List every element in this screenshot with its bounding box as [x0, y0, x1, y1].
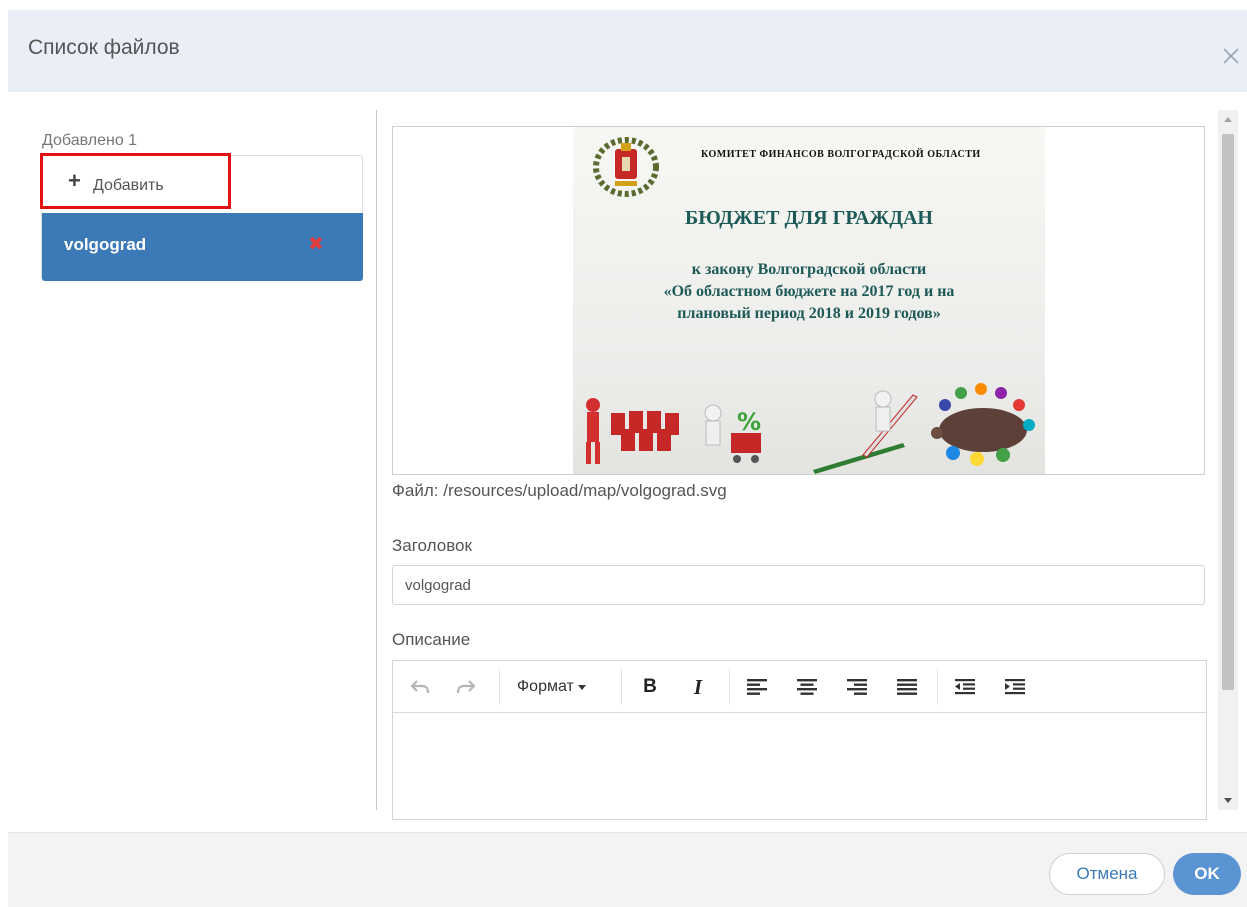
added-count-label: Добавлено 1 — [42, 132, 138, 149]
close-icon[interactable] — [1221, 46, 1241, 66]
cancel-button[interactable]: Отмена — [1049, 853, 1165, 895]
title-label: Заголовок — [392, 536, 472, 555]
toolbar-separator — [729, 669, 730, 705]
description-editor: Формат B I — [392, 660, 1207, 820]
redo-icon[interactable] — [455, 675, 477, 699]
slide-headline: БЮДЖЕТ ДЛЯ ГРАЖДАН — [685, 207, 933, 229]
toolbar-separator — [937, 669, 938, 705]
slide-subtitle-line: плановый период 2018 и 2019 годов» — [677, 305, 941, 322]
dialog-header: Список файлов — [8, 10, 1247, 92]
slide-subtitle: к закону Волгоградской области «Об облас… — [573, 259, 1045, 325]
coat-of-arms-icon — [593, 137, 659, 197]
plus-icon: + — [68, 168, 81, 193]
scroll-up-icon[interactable] — [1218, 110, 1238, 130]
file-list-item[interactable]: volgograd ✖ — [42, 213, 363, 281]
add-file-label: Добавить — [93, 177, 164, 194]
align-right-icon[interactable] — [845, 675, 869, 699]
italic-button[interactable]: I — [689, 675, 707, 699]
toolbar-separator — [621, 669, 622, 705]
description-label: Описание — [392, 630, 471, 649]
add-file-button[interactable]: + Добавить — [40, 153, 231, 209]
dialog-title: Список файлов — [28, 36, 180, 59]
toolbar-separator — [499, 669, 500, 705]
slide-org: КОМИТЕТ ФИНАНСОВ ВОЛГОГРАДСКОЙ ОБЛАСТИ — [701, 149, 981, 160]
slide-subtitle-line: к закону Волгоградской области — [691, 261, 927, 278]
bold-button[interactable]: B — [641, 675, 659, 699]
format-dropdown-label: Формат — [517, 678, 574, 695]
align-center-icon[interactable] — [795, 675, 819, 699]
outdent-icon[interactable] — [953, 675, 977, 699]
file-list-dialog: Список файлов Добавлено 1 + Добавить vol… — [0, 0, 1247, 907]
slide-subtitle-line: «Об областном бюджете на 2017 год и на — [663, 283, 955, 300]
file-path-text: Файл: /resources/upload/map/volgograd.sv… — [392, 481, 727, 500]
file-item-name: volgograd — [64, 235, 147, 254]
vertical-scrollbar[interactable] — [1218, 110, 1238, 810]
format-dropdown[interactable]: Формат — [517, 675, 586, 699]
delete-x-icon[interactable]: ✖ — [308, 235, 324, 255]
svg-text:%: % — [737, 408, 761, 436]
align-left-icon[interactable] — [745, 675, 769, 699]
ok-button[interactable]: OK — [1173, 853, 1241, 895]
editor-content-area[interactable] — [393, 714, 1206, 819]
column-divider — [376, 110, 377, 810]
caret-down-icon — [577, 684, 586, 690]
title-input[interactable] — [392, 565, 1205, 605]
editor-toolbar: Формат B I — [393, 661, 1206, 713]
indent-icon[interactable] — [1003, 675, 1027, 699]
undo-icon[interactable] — [409, 675, 431, 699]
image-preview: КОМИТЕТ ФИНАНСОВ ВОЛГОГРАДСКОЙ ОБЛАСТИ Б… — [392, 126, 1205, 475]
align-justify-icon[interactable] — [895, 675, 919, 699]
slide-illustration: % — [586, 383, 1035, 474]
scroll-down-icon[interactable] — [1218, 790, 1238, 810]
preview-slide: КОМИТЕТ ФИНАНСОВ ВОЛГОГРАДСКОЙ ОБЛАСТИ Б… — [573, 127, 1045, 474]
scrollbar-thumb[interactable] — [1222, 134, 1234, 690]
